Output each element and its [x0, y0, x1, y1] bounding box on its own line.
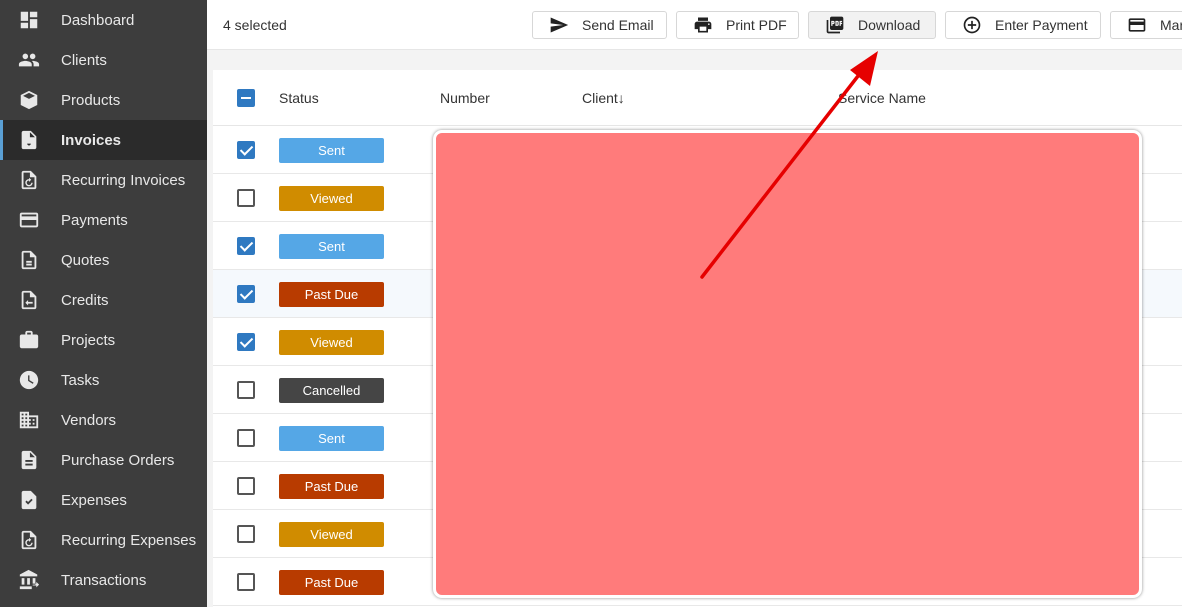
column-header-client[interactable]: Client↓: [582, 90, 625, 106]
recurring-expenses-icon: [18, 529, 40, 551]
sidebar-item-dashboard[interactable]: Dashboard: [0, 0, 207, 40]
status-badge: Cancelled: [279, 378, 384, 403]
sort-down-arrow-icon: ↓: [617, 90, 625, 106]
sidebar-item-label: Clients: [61, 51, 107, 69]
mark-label: Mar: [1160, 17, 1182, 33]
sidebar-item-label: Products: [61, 91, 121, 109]
sidebar-item-label: Purchase Orders: [61, 451, 175, 469]
sidebar-item-recurring-expenses[interactable]: Recurring Expenses: [0, 520, 207, 560]
sidebar-item-credits[interactable]: Credits: [0, 280, 207, 320]
dashboard-icon: [18, 9, 40, 31]
enter-payment-label: Enter Payment: [995, 17, 1088, 33]
enter-payment-button[interactable]: Enter Payment: [945, 11, 1101, 39]
sidebar-item-payments[interactable]: Payments: [0, 200, 207, 240]
sidebar-item-label: Tasks: [61, 371, 100, 389]
status-badge: Viewed: [279, 522, 384, 547]
sidebar-item-label: Payments: [61, 211, 128, 229]
row-checkbox[interactable]: [237, 477, 255, 495]
purchase-orders-icon: [18, 449, 40, 471]
status-badge: Sent: [279, 426, 384, 451]
row-checkbox[interactable]: [237, 237, 255, 255]
status-badge: Sent: [279, 234, 384, 259]
sidebar-item-label: Vendors: [61, 411, 117, 429]
row-checkbox[interactable]: [237, 285, 255, 303]
sidebar-item-label: Recurring Invoices: [61, 171, 186, 189]
status-badge: Past Due: [279, 282, 384, 307]
column-header-number[interactable]: Number: [440, 90, 490, 106]
pdf-download-icon: [826, 16, 844, 34]
row-checkbox[interactable]: [237, 525, 255, 543]
clients-icon: [18, 49, 40, 71]
sidebar-item-clients[interactable]: Clients: [0, 40, 207, 80]
sidebar-item-purchase-orders[interactable]: Purchase Orders: [0, 440, 207, 480]
quotes-icon: [18, 249, 40, 271]
print-pdf-label: Print PDF: [726, 17, 787, 33]
payments-icon: [18, 209, 40, 231]
selected-count: 4 selected: [223, 17, 287, 33]
print-pdf-button[interactable]: Print PDF: [676, 11, 799, 39]
add-circle-icon: [963, 16, 981, 34]
sidebar: Dashboard Clients Products Invoices Recu…: [0, 0, 207, 607]
sidebar-item-transactions[interactable]: Transactions: [0, 560, 207, 600]
status-badge: Viewed: [279, 330, 384, 355]
status-badge: Sent: [279, 138, 384, 163]
invoices-icon: [18, 129, 40, 151]
bulk-actions-toolbar: 4 selected Send Email Print PDF Download…: [207, 0, 1182, 50]
projects-icon: [18, 329, 40, 351]
send-email-button[interactable]: Send Email: [532, 11, 667, 39]
row-checkbox[interactable]: [237, 333, 255, 351]
sidebar-item-label: Projects: [61, 331, 116, 349]
column-header-status[interactable]: Status: [279, 90, 319, 106]
sidebar-item-label: Dashboard: [61, 11, 135, 29]
redaction-overlay: [433, 130, 1142, 598]
sidebar-item-label: Quotes: [61, 251, 110, 269]
mark-button[interactable]: Mar: [1110, 11, 1182, 39]
download-button[interactable]: Download: [808, 11, 936, 39]
row-checkbox[interactable]: [237, 573, 255, 591]
sidebar-item-label: Expenses: [61, 491, 127, 509]
products-icon: [18, 89, 40, 111]
table-header: Status Number Client↓ Service Name: [213, 70, 1182, 126]
status-badge: Past Due: [279, 474, 384, 499]
vendors-icon: [18, 409, 40, 431]
sidebar-item-label: Recurring Expenses: [61, 531, 197, 549]
sidebar-item-label: Transactions: [61, 571, 147, 589]
recurring-invoices-icon: [18, 169, 40, 191]
sidebar-item-recurring-invoices[interactable]: Recurring Invoices: [0, 160, 207, 200]
sidebar-item-quotes[interactable]: Quotes: [0, 240, 207, 280]
row-checkbox[interactable]: [237, 189, 255, 207]
card-icon: [1128, 18, 1146, 32]
expenses-icon: [18, 489, 40, 511]
download-label: Download: [858, 17, 921, 33]
sidebar-item-projects[interactable]: Projects: [0, 320, 207, 360]
sidebar-item-label: Invoices: [61, 131, 122, 149]
tasks-icon: [18, 369, 40, 391]
status-badge: Past Due: [279, 570, 384, 595]
sidebar-item-label: Credits: [61, 291, 109, 309]
sidebar-item-invoices[interactable]: Invoices: [0, 120, 207, 160]
sidebar-item-tasks[interactable]: Tasks: [0, 360, 207, 400]
sidebar-item-expenses[interactable]: Expenses: [0, 480, 207, 520]
row-checkbox[interactable]: [237, 141, 255, 159]
send-email-label: Send Email: [582, 17, 654, 33]
sidebar-item-products[interactable]: Products: [0, 80, 207, 120]
send-icon: [550, 17, 569, 33]
select-all-checkbox[interactable]: [237, 89, 255, 107]
status-badge: Viewed: [279, 186, 384, 211]
row-checkbox[interactable]: [237, 381, 255, 399]
transactions-icon: [18, 569, 40, 591]
print-icon: [694, 17, 712, 33]
sidebar-item-vendors[interactable]: Vendors: [0, 400, 207, 440]
column-header-service-name[interactable]: Service Name: [838, 90, 926, 106]
client-label: Client: [582, 90, 618, 106]
credits-icon: [18, 289, 40, 311]
row-checkbox[interactable]: [237, 429, 255, 447]
